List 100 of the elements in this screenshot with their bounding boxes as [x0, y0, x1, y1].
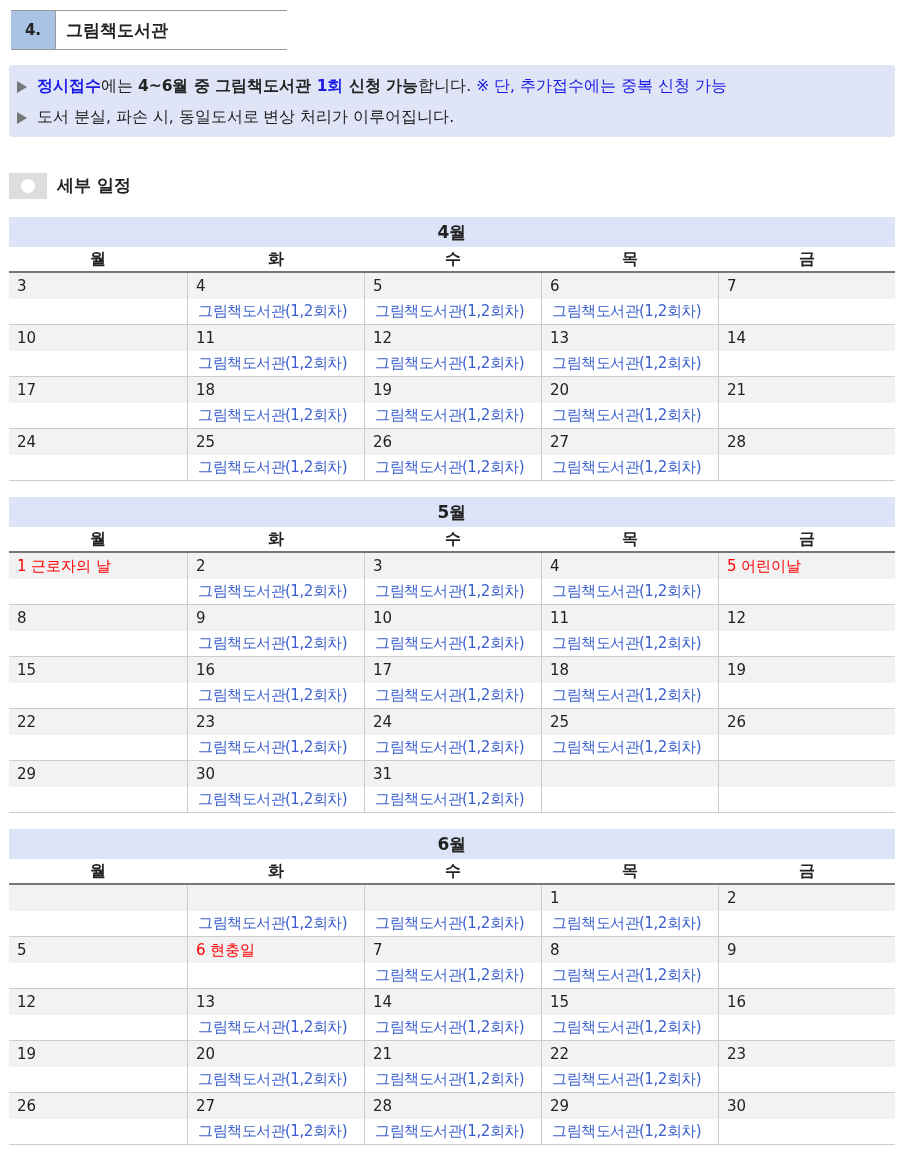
event-text: 그림책도서관(1,2회차): [198, 789, 348, 810]
day-number: 2: [188, 553, 364, 579]
holiday-label: 1 근로자의 날: [9, 553, 187, 579]
event-text: 그림책도서관(1,2회차): [375, 353, 525, 374]
day-number: 15: [542, 989, 718, 1015]
day-number: 9: [188, 605, 364, 631]
day-number: 12: [719, 605, 895, 631]
event-text: 그림책도서관(1,2회차): [375, 913, 525, 934]
event-text: 그림책도서관(1,2회차): [552, 1121, 702, 1142]
event-text: 그림책도서관(1,2회차): [375, 737, 525, 758]
day-number: 20: [188, 1041, 364, 1067]
event-text: 그림책도서관(1,2회차): [198, 1121, 348, 1142]
event-text: 그림책도서관(1,2회차): [375, 789, 525, 810]
day-number: 10: [9, 325, 187, 351]
holiday-label: 5 어린이날: [719, 553, 895, 579]
day-number: 11: [188, 325, 364, 351]
section-number: 4.: [11, 11, 56, 49]
day-number: 5: [9, 937, 187, 963]
event-text: 그림책도서관(1,2회차): [552, 913, 702, 934]
day-number: 22: [9, 709, 187, 735]
event-text: 그림책도서관(1,2회차): [198, 913, 348, 934]
event-text: 그림책도서관(1,2회차): [552, 1069, 702, 1090]
day-number: 19: [719, 657, 895, 683]
month-title: 4월: [9, 217, 895, 247]
event-text: 그림책도서관(1,2회차): [552, 1017, 702, 1038]
event-text: 그림책도서관(1,2회차): [375, 685, 525, 706]
holiday-label: 6 현충일: [188, 937, 364, 963]
day-number: 13: [542, 325, 718, 351]
day-number: 9: [719, 937, 895, 963]
day-number: 5: [365, 273, 541, 299]
day-number: 3: [9, 273, 187, 299]
day-number: 19: [365, 377, 541, 403]
event-text: 그림책도서관(1,2회차): [198, 457, 348, 478]
day-number: 24: [9, 429, 187, 455]
month-title: 5월: [9, 497, 895, 527]
day-number: 11: [542, 605, 718, 631]
event-text: 그림책도서관(1,2회차): [198, 1017, 348, 1038]
event-text: 그림책도서관(1,2회차): [375, 965, 525, 986]
day-number: 26: [9, 1093, 187, 1119]
day-number: 30: [719, 1093, 895, 1119]
day-number: 17: [9, 377, 187, 403]
event-text: 그림책도서관(1,2회차): [375, 633, 525, 654]
event-text: 그림책도서관(1,2회차): [552, 581, 702, 602]
event-text: 그림책도서관(1,2회차): [375, 301, 525, 322]
day-number: 27: [188, 1093, 364, 1119]
day-number: 23: [719, 1041, 895, 1067]
day-number: 14: [719, 325, 895, 351]
day-number: 26: [365, 429, 541, 455]
event-text: 그림책도서관(1,2회차): [375, 1121, 525, 1142]
day-number: 20: [542, 377, 718, 403]
event-text: 그림책도서관(1,2회차): [552, 633, 702, 654]
day-number: 29: [9, 761, 187, 787]
event-text: 그림책도서관(1,2회차): [552, 353, 702, 374]
event-text: 그림책도서관(1,2회차): [375, 457, 525, 478]
event-text: 그림책도서관(1,2회차): [552, 405, 702, 426]
day-number: 4: [188, 273, 364, 299]
event-text: 그림책도서관(1,2회차): [552, 301, 702, 322]
event-text: 그림책도서관(1,2회차): [375, 1017, 525, 1038]
day-number: 21: [365, 1041, 541, 1067]
event-text: 그림책도서관(1,2회차): [198, 405, 348, 426]
event-text: 그림책도서관(1,2회차): [552, 965, 702, 986]
day-number: 19: [9, 1041, 187, 1067]
day-number: 16: [188, 657, 364, 683]
bullet-icon: [17, 80, 27, 93]
day-number: 28: [365, 1093, 541, 1119]
day-number: 6: [542, 273, 718, 299]
bullet-icon: [17, 111, 27, 124]
event-text: 그림책도서관(1,2회차): [375, 581, 525, 602]
day-number: 25: [188, 429, 364, 455]
event-text: 그림책도서관(1,2회차): [552, 737, 702, 758]
day-number: 24: [365, 709, 541, 735]
event-text: 그림책도서관(1,2회차): [198, 1069, 348, 1090]
day-number: 26: [719, 709, 895, 735]
day-number: 7: [719, 273, 895, 299]
day-number: 23: [188, 709, 364, 735]
day-number: 15: [9, 657, 187, 683]
day-number: 27: [542, 429, 718, 455]
day-number: 31: [365, 761, 541, 787]
day-number: 29: [542, 1093, 718, 1119]
day-number: 12: [365, 325, 541, 351]
day-number: 7: [365, 937, 541, 963]
section-subheading: 세부 일정: [57, 174, 131, 197]
event-text: 그림책도서관(1,2회차): [198, 737, 348, 758]
day-number: 4: [542, 553, 718, 579]
section-title: 그림책도서관: [65, 18, 168, 42]
notice-text: 도서 분실, 파손 시, 동일도서로 변상 처리가 이루어집니다.: [37, 107, 455, 128]
day-number: 16: [719, 989, 895, 1015]
day-number: 8: [9, 605, 187, 631]
event-text: 그림책도서관(1,2회차): [552, 685, 702, 706]
day-number: 2: [719, 885, 895, 911]
event-text: 그림책도서관(1,2회차): [198, 581, 348, 602]
event-text: 그림책도서관(1,2회차): [198, 633, 348, 654]
day-number: 25: [542, 709, 718, 735]
day-number: 28: [719, 429, 895, 455]
event-text: 그림책도서관(1,2회차): [375, 1069, 525, 1090]
event-text: 그림책도서관(1,2회차): [198, 353, 348, 374]
day-number: 14: [365, 989, 541, 1015]
month-title: 6월: [9, 829, 895, 859]
day-number: 18: [188, 377, 364, 403]
event-text: 그림책도서관(1,2회차): [375, 405, 525, 426]
